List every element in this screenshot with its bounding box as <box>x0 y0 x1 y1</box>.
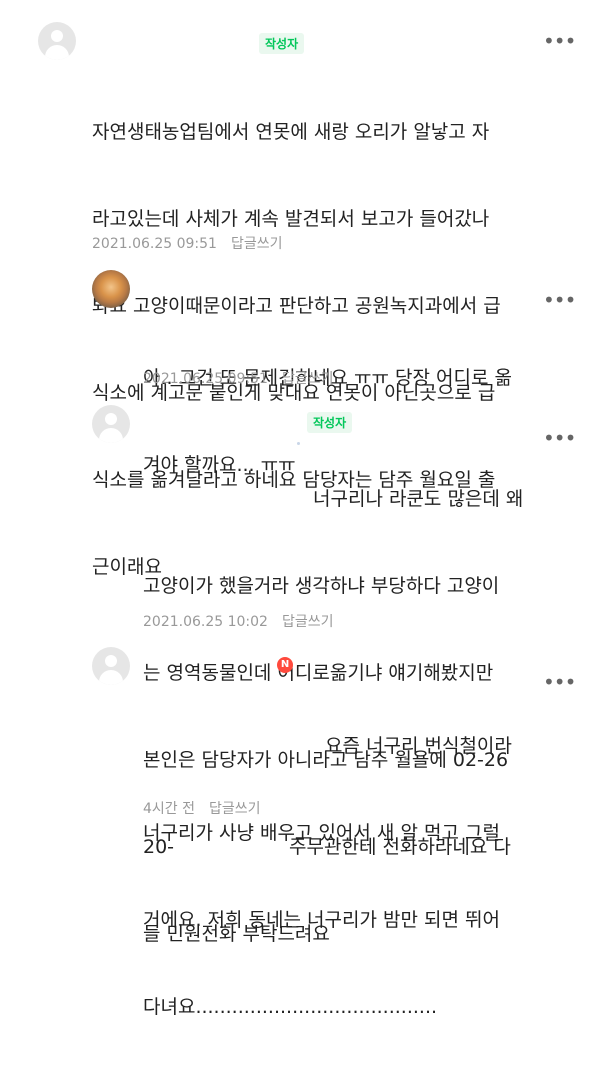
comment-meta: 2021.06.25 09:51 답글쓰기 <box>143 368 334 388</box>
comment-4: N ••• 요즘 너구리 번식철이라 너구리가 사냥 배우고 있어서 새 알 먹… <box>0 635 600 1018</box>
avatar-cat-photo[interactable] <box>92 270 130 308</box>
comment-line: 고양이가 했을거라 생각하냐 부당하다 고양이 <box>143 575 500 597</box>
more-options-icon[interactable]: ••• <box>543 672 576 692</box>
author-badge: 작성자 <box>259 33 305 54</box>
comment-line: 라고있는데 사체가 계속 발견되서 보고가 들어갔나 <box>92 208 490 230</box>
comment-meta: 2021.06.25 10:02 답글쓰기 <box>143 611 334 631</box>
comment-date: 2021.06.25 09:51 <box>92 236 217 252</box>
comment-line: 너구리나 라쿤도 많은데 왜 <box>313 488 524 510</box>
comment-line: 다녀요.....................................… <box>143 996 438 1018</box>
more-options-icon[interactable]: ••• <box>543 290 576 310</box>
more-options-icon[interactable]: ••• <box>543 428 576 448</box>
comment-date: 4시간 전 <box>143 801 195 817</box>
reply-button[interactable]: 답글쓰기 <box>282 371 334 387</box>
comment-line: 자연생태농업팀에서 연못에 새랑 오리가 알낳고 자 <box>92 121 490 143</box>
comment-text: 요즘 너구리 번식철이라 너구리가 사냥 배우고 있어서 새 알 먹고 그럴 거… <box>143 674 512 1080</box>
reply-button[interactable]: 답글쓰기 <box>209 801 261 817</box>
comment-1: 작성자 ••• 자연생태농업팀에서 연못에 새랑 오리가 알낳고 자 라고있는데… <box>0 0 600 578</box>
comment-meta: 2021.06.25 09:51 답글쓰기 <box>92 233 283 253</box>
comment-line: 너구리가 사냥 배우고 있어서 새 알 먹고 그럴 <box>143 822 500 844</box>
comment-meta: 4시간 전 답글쓰기 <box>143 798 261 818</box>
comment-line: 거에요. 저희 동네는 너구리가 밤만 되면 뛰어 <box>143 909 500 931</box>
avatar-default-icon[interactable] <box>38 22 76 60</box>
more-options-icon[interactable]: ••• <box>543 31 576 51</box>
avatar-default-icon[interactable] <box>92 405 130 443</box>
new-badge: N <box>277 657 293 673</box>
comment-date: 2021.06.25 09:51 <box>143 371 268 387</box>
reply-button[interactable]: 답글쓰기 <box>282 614 334 630</box>
reply-button[interactable]: 답글쓰기 <box>231 236 283 252</box>
comment-2: ••• 아.. 그건 또 문제긴하네요 ㅠㅠ 당장 어디로 옮 겨야 할까요..… <box>0 265 600 476</box>
comment-date: 2021.06.25 10:02 <box>143 614 268 630</box>
avatar-default-icon[interactable] <box>92 647 130 685</box>
comment-line: 요즘 너구리 번식철이라 <box>325 735 512 757</box>
comment-3: 작성자 ••• 너구리나 라쿤도 많은데 왜 고양이가 했을거라 생각하냐 부당… <box>0 395 600 945</box>
